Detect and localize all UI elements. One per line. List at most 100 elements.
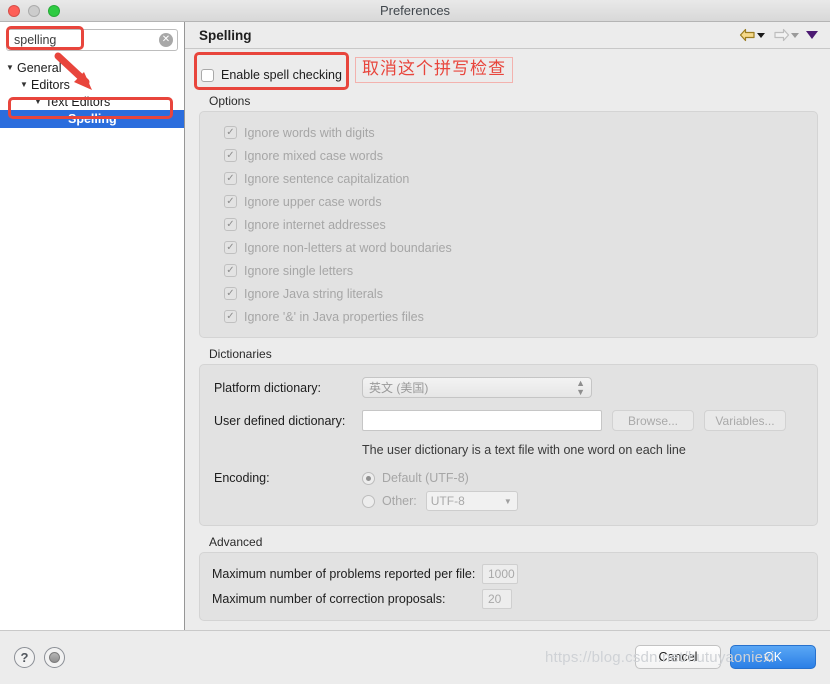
- options-group-box: ✓ Ignore words with digits ✓ Ignore mixe…: [199, 111, 818, 338]
- chevron-down-icon[interactable]: ▼: [504, 497, 512, 506]
- options-group-title: Options: [209, 94, 251, 108]
- chevron-down-icon[interactable]: ▼: [20, 80, 31, 89]
- browse-button[interactable]: Browse...: [612, 410, 694, 431]
- platform-dictionary-select[interactable]: 英文 (美国) ▲ ▼: [362, 377, 592, 398]
- option-row[interactable]: ✓ Ignore sentence capitalization: [212, 167, 805, 190]
- option-checkbox[interactable]: ✓: [224, 126, 237, 139]
- option-checkbox[interactable]: ✓: [224, 310, 237, 323]
- preferences-content: Spelling Enable spell checking 取消这个拼写检查 …: [185, 22, 830, 630]
- minimize-button[interactable]: [28, 4, 40, 17]
- option-label: Ignore '&' in Java properties files: [244, 309, 424, 324]
- encoding-other-select[interactable]: UTF-8 ▼: [425, 491, 518, 511]
- ok-button[interactable]: OK: [730, 645, 816, 669]
- sidebar-item-label: Editors: [31, 77, 70, 92]
- encoding-other-radio[interactable]: [362, 494, 375, 508]
- option-row[interactable]: ✓ Ignore upper case words: [212, 190, 805, 213]
- encoding-default-row[interactable]: Encoding: Default (UTF-8): [214, 471, 803, 485]
- sidebar-item-editors[interactable]: ▼ Editors: [6, 76, 178, 93]
- max-problems-row: Maximum number of problems reported per …: [212, 561, 805, 586]
- forward-nav-group[interactable]: [773, 28, 799, 42]
- advanced-group-title: Advanced: [209, 535, 263, 549]
- option-label: Ignore mixed case words: [244, 148, 383, 163]
- search-box: ✕: [6, 29, 178, 51]
- max-problems-label: Maximum number of problems reported per …: [212, 566, 476, 581]
- forward-arrow-icon[interactable]: [773, 28, 790, 42]
- panel-body: Enable spell checking 取消这个拼写检查 Options ✓…: [185, 49, 830, 630]
- chevron-down-icon[interactable]: ▼: [34, 97, 45, 106]
- option-label: Ignore single letters: [244, 263, 354, 278]
- encoding-default-radio[interactable]: [362, 471, 375, 485]
- sidebar-item-label: General: [17, 60, 62, 75]
- platform-dictionary-row: Platform dictionary: 英文 (美国) ▲ ▼: [214, 377, 803, 398]
- option-row[interactable]: ✓ Ignore Java string literals: [212, 282, 805, 305]
- navigation-toolbar: [739, 28, 818, 42]
- encoding-other-value: UTF-8: [430, 494, 465, 508]
- max-proposals-input[interactable]: 20: [482, 588, 512, 609]
- preferences-sidebar: ✕ ▼ General ▼ Editors ▼ Text Editors Spe…: [0, 22, 185, 630]
- option-checkbox[interactable]: ✓: [224, 218, 237, 231]
- encoding-default-label: Default (UTF-8): [382, 471, 469, 485]
- sidebar-item-general[interactable]: ▼ General: [6, 59, 178, 76]
- option-label: Ignore non-letters at word boundaries: [244, 240, 452, 255]
- cancel-button[interactable]: Cancel: [635, 645, 721, 669]
- chevron-down-icon[interactable]: [791, 32, 799, 38]
- user-dictionary-row: User defined dictionary: Browse... Varia…: [214, 410, 803, 431]
- option-row[interactable]: ✓ Ignore single letters: [212, 259, 805, 282]
- dictionaries-group-title: Dictionaries: [209, 347, 272, 361]
- max-proposals-label: Maximum number of correction proposals:: [212, 591, 446, 606]
- sidebar-item-text-editors[interactable]: ▼ Text Editors: [6, 93, 178, 110]
- clear-icon[interactable]: ✕: [159, 33, 173, 47]
- chinese-annotation-note: 取消这个拼写检查: [355, 57, 513, 84]
- dictionaries-group-box: Platform dictionary: 英文 (美国) ▲ ▼ User def…: [199, 364, 818, 526]
- option-checkbox[interactable]: ✓: [224, 195, 237, 208]
- option-row[interactable]: ✓ Ignore non-letters at word boundaries: [212, 236, 805, 259]
- search-input[interactable]: [6, 29, 178, 51]
- zoom-button[interactable]: [48, 4, 60, 17]
- main-area: ✕ ▼ General ▼ Editors ▼ Text Editors Spe…: [0, 22, 830, 630]
- option-row[interactable]: ✓ Ignore internet addresses: [212, 213, 805, 236]
- encoding-other-label: Other:: [382, 494, 417, 508]
- restore-defaults-icon[interactable]: [44, 646, 65, 668]
- option-label: Ignore sentence capitalization: [244, 171, 410, 186]
- chevron-down-icon[interactable]: ▼: [6, 63, 17, 72]
- user-dictionary-label: User defined dictionary:: [214, 413, 346, 428]
- page-title: Spelling: [199, 27, 252, 43]
- chevron-down-icon[interactable]: [757, 32, 765, 38]
- stepper-icon[interactable]: ▲ ▼: [576, 378, 585, 397]
- option-checkbox[interactable]: ✓: [224, 149, 237, 162]
- back-arrow-icon[interactable]: [739, 28, 756, 42]
- option-row[interactable]: ✓ Ignore mixed case words: [212, 144, 805, 167]
- option-label: Ignore internet addresses: [244, 217, 386, 232]
- option-checkbox[interactable]: ✓: [224, 287, 237, 300]
- option-checkbox[interactable]: ✓: [224, 264, 237, 277]
- content-header: Spelling: [185, 22, 830, 49]
- enable-spell-checking-checkbox[interactable]: [201, 68, 214, 82]
- close-button[interactable]: [8, 4, 20, 17]
- sidebar-item-spelling[interactable]: Spelling: [0, 110, 184, 128]
- user-dictionary-input[interactable]: [362, 410, 602, 431]
- encoding-other-row[interactable]: Other: UTF-8 ▼: [214, 491, 803, 511]
- platform-dictionary-label: Platform dictionary:: [214, 380, 321, 395]
- radio-dot-icon: [366, 475, 371, 481]
- variables-button[interactable]: Variables...: [704, 410, 786, 431]
- restore-defaults-inner: [49, 651, 60, 663]
- options-group: Options ✓ Ignore words with digits ✓ Ign…: [199, 94, 818, 338]
- dialog-footer: ? Cancel OK https://blog.csdn.net/hutuya…: [0, 630, 830, 683]
- option-checkbox[interactable]: ✓: [224, 172, 237, 185]
- max-problems-input[interactable]: 1000: [482, 563, 518, 584]
- option-checkbox[interactable]: ✓: [224, 241, 237, 254]
- dictionaries-group: Dictionaries Platform dictionary: 英文 (美国…: [199, 347, 818, 526]
- user-dictionary-hint: The user dictionary is a text file with …: [362, 443, 686, 457]
- view-menu-icon[interactable]: [806, 31, 818, 39]
- option-label: Ignore upper case words: [244, 194, 382, 209]
- back-nav-group[interactable]: [739, 28, 765, 42]
- advanced-group: Advanced Maximum number of problems repo…: [199, 535, 818, 621]
- encoding-label: Encoding:: [214, 471, 270, 485]
- max-proposals-row: Maximum number of correction proposals: …: [212, 586, 805, 611]
- advanced-group-box: Maximum number of problems reported per …: [199, 552, 818, 621]
- window-title: Preferences: [379, 3, 451, 18]
- help-icon[interactable]: ?: [14, 646, 35, 668]
- option-row[interactable]: ✓ Ignore '&' in Java properties files: [212, 305, 805, 328]
- option-row[interactable]: ✓ Ignore words with digits: [212, 121, 805, 144]
- traffic-light-group: [0, 4, 60, 17]
